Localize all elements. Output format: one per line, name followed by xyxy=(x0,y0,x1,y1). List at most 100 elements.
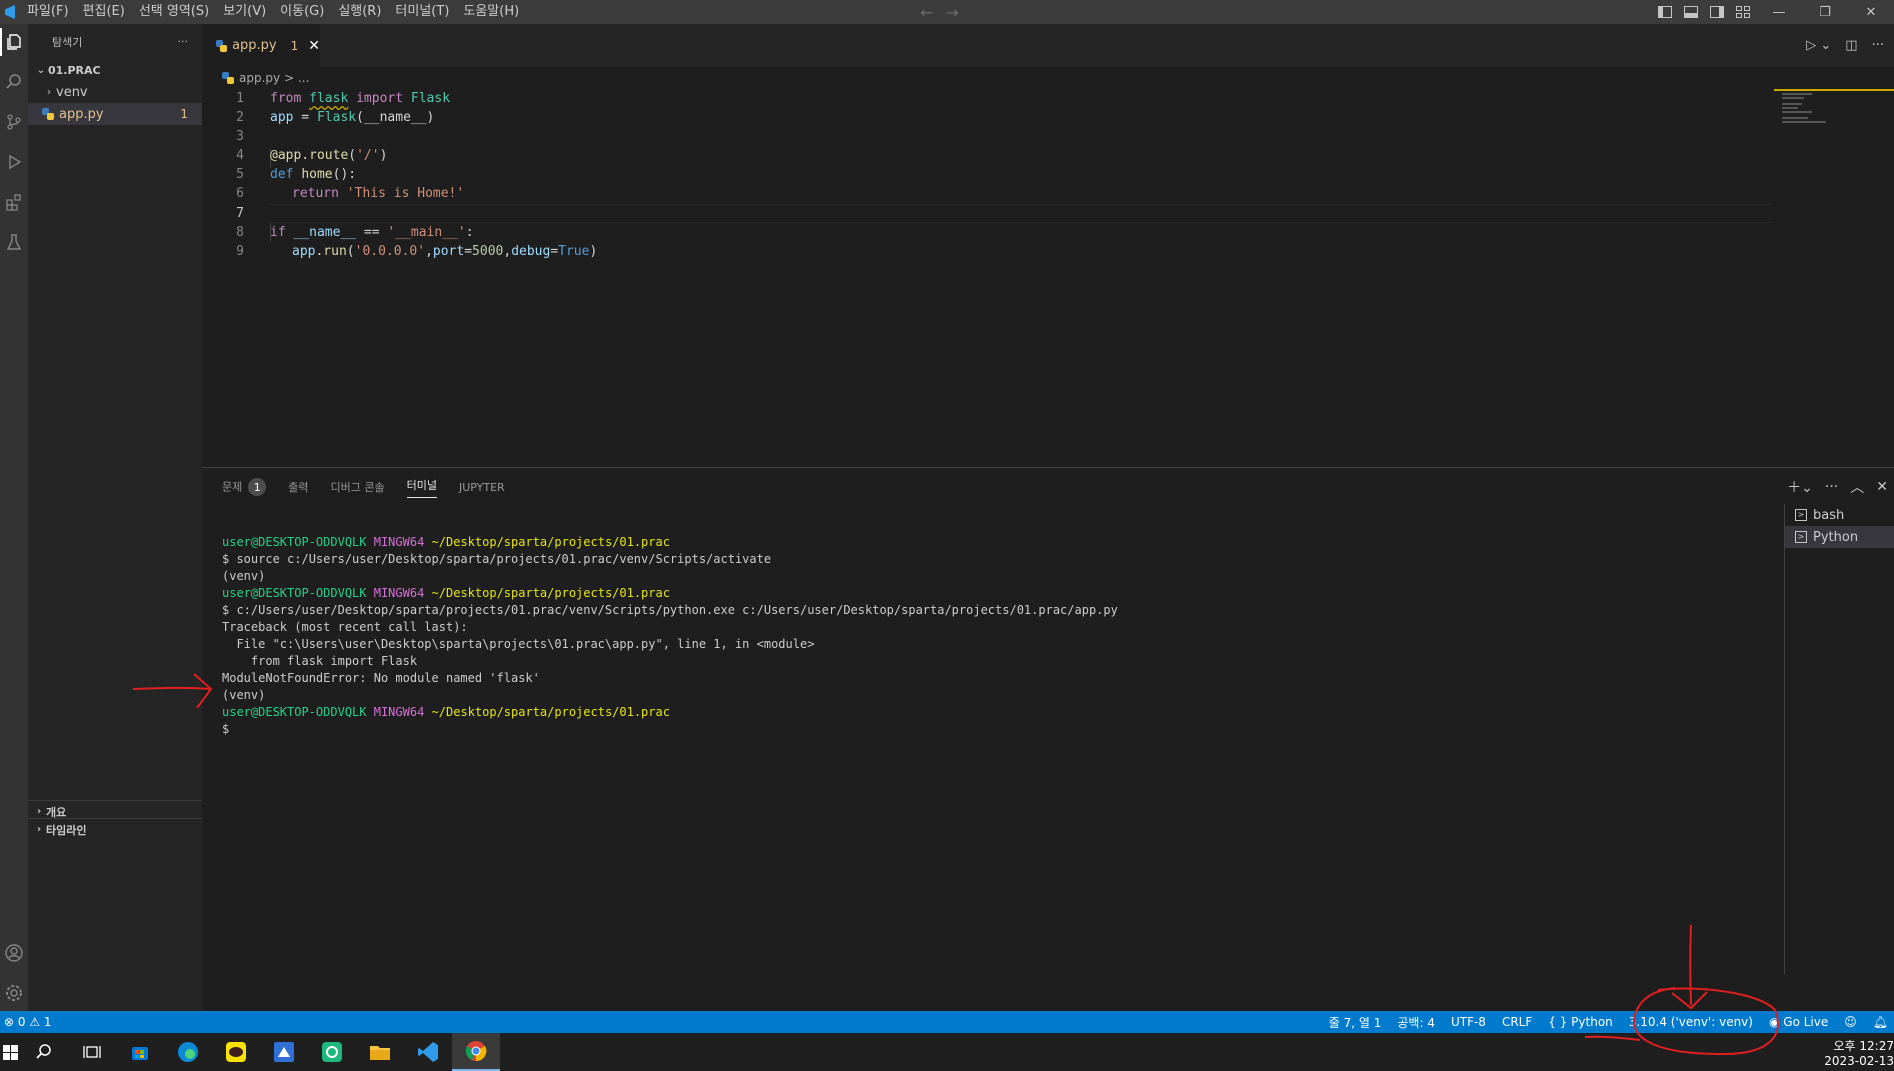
language-label: Python xyxy=(1571,1015,1613,1029)
menu-selection[interactable]: 선택 영역(S) xyxy=(132,0,216,24)
terminal-output[interactable]: user@DESKTOP-ODDVQLK MINGW64 ~/Desktop/s… xyxy=(222,534,1682,738)
code-line: 8 if __name__ == '__main__': xyxy=(202,223,1772,242)
system-clock[interactable]: 오후 12:27 2023-02-13 xyxy=(1824,1033,1894,1071)
pycharm-app-icon[interactable] xyxy=(308,1033,356,1071)
timeline-section[interactable]: › 타임라인 xyxy=(28,818,202,840)
file-explorer-icon[interactable] xyxy=(356,1033,404,1071)
go-live[interactable]: ◉ Go Live xyxy=(1769,1015,1828,1029)
token: port xyxy=(432,244,465,259)
panel-actions: ＋⌄ ··· ︿ ✕ xyxy=(1787,468,1888,506)
minimap[interactable] xyxy=(1774,89,1894,169)
line-number: 3 xyxy=(236,129,244,144)
taskbar-search-icon[interactable] xyxy=(20,1033,68,1071)
indentation[interactable]: 공백: 4 xyxy=(1397,1014,1435,1031)
back-arrow-icon[interactable]: ← xyxy=(920,3,933,22)
explorer-icon[interactable] xyxy=(0,28,28,56)
menu-help[interactable]: 도움말(H) xyxy=(456,0,526,24)
search-icon[interactable] xyxy=(0,68,28,96)
breadcrumb-rest[interactable]: > ... xyxy=(284,71,309,85)
workspace-folder-label: 01.PRAC xyxy=(48,63,101,77)
token: , xyxy=(425,244,433,259)
python-interpreter[interactable]: 3.10.4 ('venv': venv) xyxy=(1629,1015,1753,1029)
close-panel-icon[interactable]: ✕ xyxy=(1876,479,1888,495)
kakaotalk-app-icon[interactable] xyxy=(212,1033,260,1071)
clock-time: 오후 12:27 xyxy=(1833,1038,1894,1053)
tab-debug-console[interactable]: 디버그 콘솔 xyxy=(331,479,385,495)
feedback-icon[interactable]: ☺ xyxy=(1844,1015,1857,1029)
tab-app-py[interactable]: app.py 1 ✕ xyxy=(202,24,320,67)
terminal-line: from flask import Flask xyxy=(222,654,418,668)
tab-jupyter[interactable]: JUPYTER xyxy=(459,481,505,494)
tree-item-venv[interactable]: › venv xyxy=(28,81,202,103)
code-line: 1 from flask import Flask xyxy=(202,89,1772,108)
menu-edit[interactable]: 편집(E) xyxy=(76,0,132,24)
problems-status[interactable]: ⊗ 0 ⚠ 1 xyxy=(0,1015,52,1029)
tree-item-label: app.py xyxy=(59,106,104,122)
terminal-item-label: bash xyxy=(1813,507,1845,523)
menu-view[interactable]: 보기(V) xyxy=(216,0,273,24)
task-view-icon[interactable] xyxy=(68,1033,116,1071)
more-actions-icon[interactable]: ··· xyxy=(1872,38,1884,53)
terminal-item-bash[interactable]: > bash xyxy=(1785,504,1894,526)
vscode-taskbar-icon[interactable] xyxy=(404,1033,452,1071)
toggle-secondary-sidebar-icon[interactable] xyxy=(1710,6,1724,18)
terminal-item-label: Python xyxy=(1813,529,1859,545)
source-control-icon[interactable] xyxy=(0,108,28,136)
settings-gear-icon[interactable] xyxy=(0,979,28,1007)
encoding[interactable]: UTF-8 xyxy=(1451,1015,1486,1029)
cursor-position[interactable]: 줄 7, 열 1 xyxy=(1329,1014,1382,1031)
accounts-icon[interactable] xyxy=(0,939,28,967)
menu-terminal[interactable]: 터미널(T) xyxy=(388,0,456,24)
terminal-line: $ source c:/Users/user/Desktop/sparta/pr… xyxy=(222,552,772,566)
tree-item-app-py[interactable]: app.py 1 xyxy=(28,103,202,125)
customize-layout-icon[interactable] xyxy=(1736,6,1750,18)
code-line: 9 app.run('0.0.0.0',port=5000,debug=True… xyxy=(202,242,1772,261)
close-window-icon[interactable]: ✕ xyxy=(1848,0,1894,24)
run-file-icon[interactable]: ▷ ⌄ xyxy=(1806,38,1831,53)
editor-tab-bar: app.py 1 ✕ ▷ ⌄ ◫ ··· xyxy=(202,24,1894,67)
menu-file[interactable]: 파일(F) xyxy=(20,0,76,24)
windows-taskbar: 오후 12:27 2023-02-13 xyxy=(0,1033,1894,1071)
minimize-icon[interactable]: — xyxy=(1756,0,1802,24)
chevron-right-icon: › xyxy=(36,824,42,835)
language-mode[interactable]: { } Python xyxy=(1548,1015,1613,1029)
menu-go[interactable]: 이동(G) xyxy=(273,0,331,24)
terminal-item-python[interactable]: > Python xyxy=(1785,526,1894,548)
code-line: 3 xyxy=(202,127,1772,146)
restore-icon[interactable]: ❐ xyxy=(1802,0,1848,24)
extensions-icon[interactable] xyxy=(0,188,28,216)
menu-run[interactable]: 실행(R) xyxy=(331,0,388,24)
tab-problems[interactable]: 문제 1 xyxy=(222,478,267,496)
breadcrumb-file[interactable]: app.py xyxy=(239,71,280,85)
notifications-bell-icon[interactable]: 🔔︎ xyxy=(1873,1015,1888,1029)
chevron-right-icon: › xyxy=(36,806,42,817)
store-app-icon[interactable] xyxy=(116,1033,164,1071)
workspace-folder[interactable]: ⌄ 01.PRAC xyxy=(28,59,202,81)
explorer-more-icon[interactable]: ··· xyxy=(178,35,189,48)
tab-terminal[interactable]: 터미널 xyxy=(406,477,437,498)
activity-bar xyxy=(0,24,28,1011)
forward-arrow-icon[interactable]: → xyxy=(945,3,958,22)
braces-icon: { } xyxy=(1548,1015,1568,1029)
testing-icon[interactable] xyxy=(0,228,28,256)
token: debug xyxy=(511,244,551,259)
toggle-panel-icon[interactable] xyxy=(1684,6,1698,18)
token: __name__ xyxy=(293,225,357,240)
tab-output[interactable]: 출력 xyxy=(288,479,308,495)
chrome-app-icon[interactable] xyxy=(452,1033,500,1071)
token: .run xyxy=(315,244,347,259)
run-debug-icon[interactable] xyxy=(0,148,28,176)
edge-app-icon[interactable] xyxy=(164,1033,212,1071)
split-editor-icon[interactable]: ◫ xyxy=(1845,38,1857,53)
app-icon[interactable] xyxy=(260,1033,308,1071)
more-icon[interactable]: ··· xyxy=(1825,479,1838,495)
code-editor[interactable]: 1 from flask import Flask 2 app = Flask(… xyxy=(202,89,1894,467)
end-of-line[interactable]: CRLF xyxy=(1502,1015,1532,1029)
token: '__main__' xyxy=(387,225,466,240)
start-button[interactable] xyxy=(0,1033,20,1071)
toggle-sidebar-icon[interactable] xyxy=(1658,6,1672,18)
close-icon[interactable]: ✕ xyxy=(308,38,320,54)
maximize-panel-icon[interactable]: ︿ xyxy=(1850,477,1864,497)
new-terminal-icon[interactable]: ＋⌄ xyxy=(1787,477,1813,497)
tab-label: 문제 xyxy=(222,480,243,494)
